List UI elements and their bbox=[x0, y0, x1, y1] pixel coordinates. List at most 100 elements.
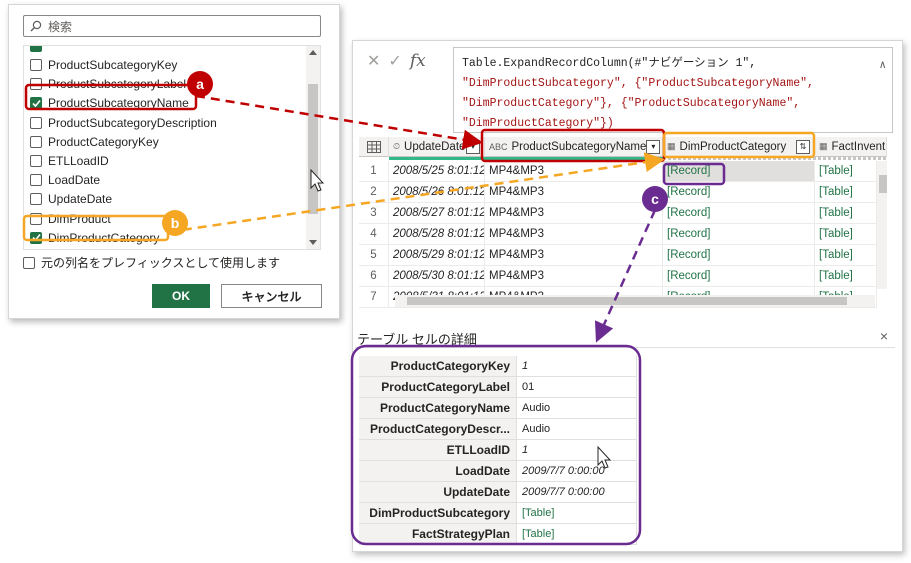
cell-factinvent[interactable]: [Table] bbox=[815, 161, 877, 182]
column-option[interactable]: ProductSubcategoryLabel bbox=[30, 75, 186, 93]
column-checkbox[interactable] bbox=[30, 97, 42, 110]
data-grid: ⏲ UpdateDate ▾ ABC ProductSubcategoryNam… bbox=[359, 137, 887, 313]
cancel-button[interactable]: キャンセル bbox=[221, 284, 322, 308]
cell-factinvent[interactable]: [Table] bbox=[815, 203, 877, 224]
cell-dimproductcategory[interactable]: [Record] bbox=[663, 224, 815, 245]
column-checkbox[interactable] bbox=[30, 174, 42, 187]
column-quality-bar bbox=[663, 157, 887, 160]
row-number: 7 bbox=[359, 287, 389, 308]
column-option[interactable]: DimProductCategory bbox=[30, 229, 159, 247]
prefix-checkbox[interactable] bbox=[23, 256, 35, 269]
column-header-productsubcategoryname[interactable]: ABC ProductSubcategoryName ▾ bbox=[485, 137, 663, 157]
detail-field-value: 01 bbox=[517, 377, 637, 398]
column-checkbox[interactable] bbox=[30, 116, 42, 129]
column-checkbox[interactable] bbox=[30, 59, 42, 71]
column-header-factinvent[interactable]: ▦ FactInvent bbox=[815, 137, 887, 157]
collapse-chevron-icon[interactable]: ∧ bbox=[879, 56, 886, 76]
column-checkbox[interactable] bbox=[30, 155, 42, 167]
column-header-dimproductcategory[interactable]: ▦ DimProductCategory ⇅ bbox=[663, 137, 815, 157]
cell-updatedate: 2008/5/30 8:01:12 bbox=[389, 266, 485, 287]
detail-field-value: 2009/7/7 0:00:00 bbox=[517, 461, 637, 482]
detail-pane-title: テーブル セルの詳細 bbox=[357, 332, 477, 347]
row-number: 5 bbox=[359, 245, 389, 266]
detail-field-value: 1 bbox=[517, 356, 637, 377]
cell-dimproductcategory[interactable]: [Record] bbox=[663, 245, 815, 266]
annotation-badge-a: a bbox=[187, 71, 213, 97]
column-checkbox[interactable] bbox=[30, 231, 42, 244]
scroll-thumb[interactable] bbox=[407, 297, 847, 305]
cell-dimproductcategory[interactable]: [Record] bbox=[663, 161, 815, 182]
datetime-type-icon: ⏲ bbox=[393, 141, 401, 151]
detail-field-label: ETLLoadID bbox=[359, 440, 517, 461]
column-checkbox[interactable] bbox=[30, 135, 42, 148]
column-option[interactable]: DimProduct bbox=[30, 210, 111, 228]
commit-formula-icon[interactable]: ✓ bbox=[388, 51, 401, 71]
search-icon bbox=[30, 20, 42, 32]
ok-button[interactable]: OK bbox=[152, 284, 210, 308]
close-icon[interactable]: × bbox=[880, 328, 888, 344]
column-checkbox[interactable] bbox=[30, 78, 42, 91]
detail-field-value[interactable]: [Table] bbox=[517, 503, 637, 524]
detail-field-value: 1 bbox=[517, 440, 637, 461]
cell-dimproductcategory[interactable]: [Record] bbox=[663, 182, 815, 203]
column-header-label: DimProductCategory bbox=[679, 140, 787, 153]
column-option[interactable]: LoadDate bbox=[30, 171, 100, 189]
scroll-thumb[interactable] bbox=[308, 84, 318, 214]
expand-column-icon[interactable]: ⇅ bbox=[796, 139, 810, 154]
check-icon bbox=[31, 99, 41, 108]
scroll-up-icon[interactable] bbox=[309, 50, 317, 55]
row-number: 1 bbox=[359, 161, 389, 182]
cell-factinvent[interactable]: [Table] bbox=[815, 182, 877, 203]
column-filter-icon[interactable]: ▾ bbox=[466, 139, 480, 154]
column-option-label: ProductSubcategoryLabel bbox=[48, 77, 187, 92]
cell-factinvent[interactable]: [Table] bbox=[815, 266, 877, 287]
grid-vertical-scrollbar[interactable] bbox=[877, 161, 887, 289]
cell-productsubcategoryname: MP4&MP3 bbox=[485, 245, 663, 266]
prefix-label: 元の列名をプレフィックスとして使用します bbox=[41, 256, 281, 270]
column-checkbox[interactable] bbox=[30, 193, 42, 206]
column-option-label: DimProduct bbox=[48, 211, 111, 226]
cell-detail-pane: ProductCategoryKey 1 ProductCategoryLabel 0… bbox=[355, 347, 895, 547]
prefix-option[interactable]: 元の列名をプレフィックスとして使用します bbox=[23, 254, 280, 271]
annotation-badge-c: c bbox=[642, 186, 668, 212]
detail-field-value: Audio bbox=[517, 419, 637, 440]
cell-updatedate: 2008/5/26 8:01:12 bbox=[389, 182, 485, 203]
table-menu-icon[interactable] bbox=[359, 137, 389, 157]
cell-factinvent[interactable]: [Table] bbox=[815, 245, 877, 266]
column-header-label: FactInvent bbox=[831, 140, 886, 153]
cancel-formula-icon[interactable]: ✕ bbox=[367, 51, 380, 71]
cell-updatedate: 2008/5/29 8:01:12 bbox=[389, 245, 485, 266]
search-placeholder: 検索 bbox=[48, 19, 73, 34]
column-option[interactable]: ProductSubcategoryKey bbox=[30, 56, 177, 74]
cell-dimproductcategory[interactable]: [Record] bbox=[663, 203, 815, 224]
column-header-label: UpdateDate bbox=[404, 140, 466, 153]
row-number: 4 bbox=[359, 224, 389, 245]
formula-bar[interactable]: Table.ExpandRecordColumn(#"ナビゲーション 1", "D… bbox=[453, 47, 893, 133]
column-option[interactable]: UpdateDate bbox=[30, 190, 112, 208]
detail-field-label: FactStrategyPlan bbox=[359, 524, 517, 545]
cell-productsubcategoryname: MP4&MP3 bbox=[485, 224, 663, 245]
scroll-thumb[interactable] bbox=[879, 175, 887, 193]
column-filter-icon[interactable]: ▾ bbox=[646, 139, 661, 154]
detail-field-label: ProductCategoryKey bbox=[359, 356, 517, 377]
column-option[interactable]: ProductCategoryKey bbox=[30, 133, 159, 151]
detail-field-value[interactable]: [Table] bbox=[517, 524, 637, 545]
cell-factinvent[interactable]: [Table] bbox=[815, 224, 877, 245]
column-option[interactable]: ProductSubcategoryName bbox=[30, 94, 189, 112]
grid-horizontal-scrollbar[interactable] bbox=[395, 295, 875, 307]
text-type-icon: ABC bbox=[489, 141, 508, 152]
column-option[interactable]: ETLLoadID bbox=[30, 152, 109, 170]
checkbox-partial bbox=[30, 46, 42, 52]
column-option[interactable]: ProductSubcategoryDescription bbox=[30, 114, 217, 132]
search-box[interactable]: 検索 bbox=[23, 15, 321, 37]
column-checkbox[interactable] bbox=[30, 212, 42, 225]
column-option-label: LoadDate bbox=[48, 173, 101, 188]
table-type-icon: ▦ bbox=[819, 141, 828, 151]
scroll-down-icon[interactable] bbox=[309, 240, 317, 245]
list-scrollbar[interactable] bbox=[306, 46, 320, 249]
detail-field-label: LoadDate bbox=[359, 461, 517, 482]
cell-dimproductcategory[interactable]: [Record] bbox=[663, 266, 815, 287]
fx-icon[interactable]: fx bbox=[410, 51, 426, 71]
column-header-updatedate[interactable]: ⏲ UpdateDate ▾ bbox=[389, 137, 485, 157]
table-type-icon: ▦ bbox=[667, 141, 676, 151]
